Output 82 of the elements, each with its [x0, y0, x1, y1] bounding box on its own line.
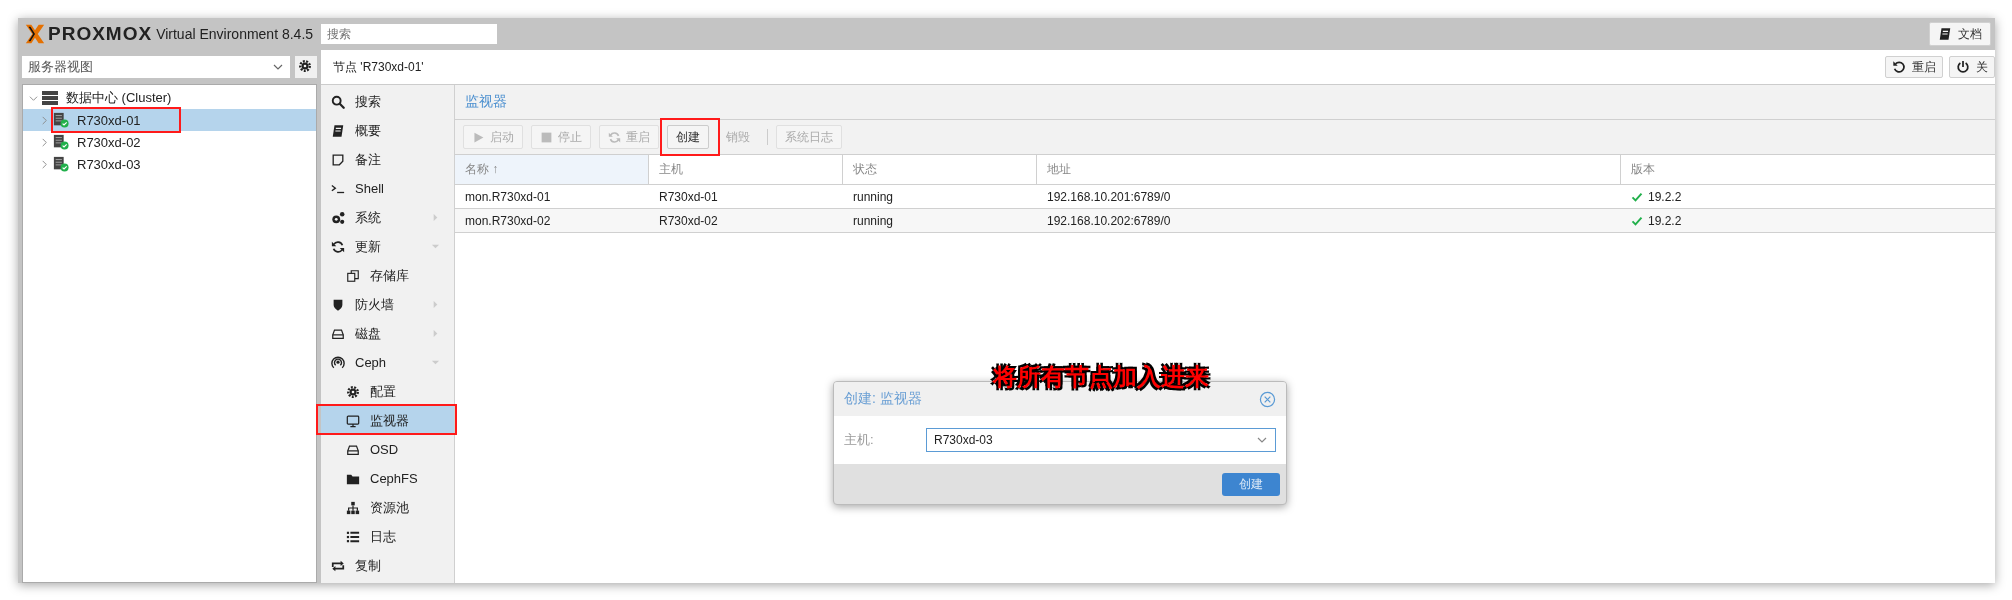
- menu-item[interactable]: Shell: [321, 174, 454, 203]
- menu-item[interactable]: 更新: [321, 232, 454, 261]
- table-cell: 19.2.2: [1621, 209, 1995, 232]
- search-field[interactable]: 搜索: [321, 24, 498, 44]
- reboot-button[interactable]: 重启: [1885, 56, 1943, 78]
- menu-item[interactable]: 资源池: [321, 493, 454, 522]
- table-cell-text: running: [852, 188, 895, 206]
- menu-item[interactable]: 概要: [321, 116, 454, 145]
- toolbar-button[interactable]: 创建: [667, 125, 709, 149]
- view-select[interactable]: 服务器视图: [22, 56, 290, 78]
- table-cell: 19.2.2: [1621, 185, 1995, 208]
- server-check-icon: [52, 134, 70, 150]
- undo-icon: [1892, 60, 1906, 74]
- docs-button[interactable]: 文档: [1929, 22, 1991, 46]
- logo-icon: [24, 23, 46, 45]
- table-cell-text: R730xd-02: [658, 212, 719, 230]
- table-cell-text: running: [852, 212, 895, 230]
- gear-icon: [346, 384, 360, 399]
- menu-item[interactable]: CephFS: [321, 464, 454, 493]
- table-cell-text: 192.168.10.201:6789/0: [1046, 188, 1172, 206]
- menu-item[interactable]: 磁盘: [321, 319, 454, 348]
- menu-item[interactable]: 配置: [321, 377, 454, 406]
- table-cell-text: mon.R730xd-01: [464, 188, 552, 206]
- settings-button[interactable]: [295, 56, 317, 78]
- copy-icon: [346, 268, 360, 283]
- table-cell-text: R730xd-01: [658, 188, 719, 206]
- tree-item[interactable]: R730xd-01: [23, 109, 316, 131]
- node-title: 节点 'R730xd-01': [333, 58, 424, 76]
- menu-item[interactable]: 复制: [321, 551, 454, 580]
- menu-item[interactable]: 搜索: [321, 87, 454, 116]
- check-icon: [1631, 214, 1643, 227]
- server-check-icon: [52, 156, 70, 172]
- caret-icon[interactable]: [40, 115, 49, 125]
- signal-icon: [331, 355, 345, 370]
- server-rack-icon: [41, 90, 59, 106]
- tree-item[interactable]: R730xd-02: [23, 131, 316, 153]
- table-cell-text: mon.R730xd-02: [464, 212, 552, 230]
- product-version: Virtual Environment 8.4.5: [156, 26, 314, 42]
- column-header[interactable]: 地址: [1037, 155, 1621, 184]
- menu-item[interactable]: 备注: [321, 145, 454, 174]
- menu-item[interactable]: OSD: [321, 435, 454, 464]
- hierarchy-icon: [346, 500, 360, 515]
- column-header[interactable]: 版本: [1621, 155, 1995, 184]
- shield-icon: [331, 297, 345, 312]
- book-icon: [331, 123, 345, 138]
- annotation-text: 将所有节点加入进来: [993, 362, 1209, 392]
- power-icon: [1956, 60, 1970, 74]
- book-icon: [1938, 27, 1952, 41]
- drive-icon: [331, 326, 345, 341]
- column-header[interactable]: 状态: [843, 155, 1037, 184]
- field-label: 主机:: [844, 431, 875, 449]
- caret-icon[interactable]: [29, 93, 38, 103]
- panel-title: 监视器: [465, 93, 507, 111]
- menu-item[interactable]: Ceph: [321, 348, 454, 377]
- drive-icon: [346, 442, 360, 457]
- caret-icon[interactable]: [40, 159, 49, 169]
- check-icon: [1631, 190, 1643, 203]
- menu-item[interactable]: 防火墙: [321, 290, 454, 319]
- logo-text: PROXMOX: [48, 23, 153, 45]
- tree-item[interactable]: R730xd-03: [23, 153, 316, 175]
- gears-icon: [331, 210, 345, 225]
- close-icon[interactable]: [1259, 390, 1276, 408]
- gear-icon: [298, 59, 312, 73]
- server-check-icon: [52, 112, 70, 128]
- table-cell-text: 192.168.10.202:6789/0: [1046, 212, 1172, 230]
- refresh-icon: [331, 239, 345, 254]
- search-icon: [331, 94, 345, 109]
- list-icon: [346, 529, 360, 544]
- menu-item[interactable]: 日志: [321, 522, 454, 551]
- host-select[interactable]: R730xd-03: [926, 428, 1276, 452]
- menu-item[interactable]: 系统: [321, 203, 454, 232]
- note-icon: [331, 152, 345, 167]
- play-icon: [472, 130, 485, 144]
- monitor-icon: [346, 413, 360, 428]
- menu-item[interactable]: 存储库: [321, 261, 454, 290]
- shutdown-button[interactable]: 关: [1949, 56, 1995, 78]
- refresh-icon: [608, 130, 621, 144]
- stop-icon: [540, 130, 553, 144]
- column-header[interactable]: 主机: [649, 155, 843, 184]
- tree-item[interactable]: 数据中心 (Cluster): [23, 87, 316, 109]
- dialog-title: 创建: 监视器: [844, 390, 922, 408]
- caret-icon[interactable]: [40, 137, 49, 147]
